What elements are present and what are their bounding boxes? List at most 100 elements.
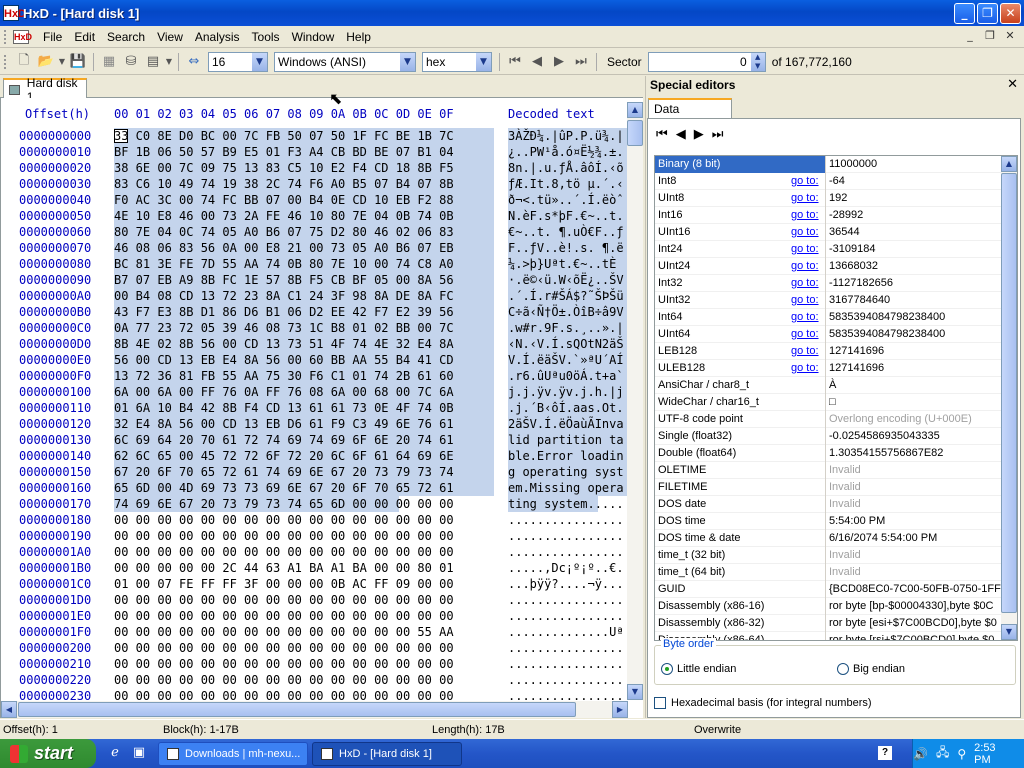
row-bytes[interactable]: 01 6A 10 B4 42 8B F4 CD 13 61 61 73 0E 4… bbox=[114, 400, 494, 416]
bytes-per-row-select[interactable]: 16 ▼ bbox=[208, 51, 268, 72]
scroll-thumb[interactable] bbox=[627, 120, 643, 146]
save-all-icon[interactable]: ▦ bbox=[99, 52, 119, 72]
row-bytes[interactable]: 32 E4 8A 56 00 CD 13 EB D6 61 F9 C3 49 6… bbox=[114, 416, 494, 432]
inspector-row[interactable]: UInt32 go to: 3167784640 bbox=[655, 292, 1003, 309]
inspector-row[interactable]: Binary (8 bit) 11000000 bbox=[655, 156, 1003, 173]
row-decoded-text[interactable]: ting system..... bbox=[508, 496, 628, 512]
menu-file[interactable]: File bbox=[37, 30, 68, 44]
inspector-row[interactable]: WideChar / char16_t □ bbox=[655, 394, 1003, 411]
inspector-row[interactable]: Int24 go to: -3109184 bbox=[655, 241, 1003, 258]
task-hxd[interactable]: HxD - [Hard disk 1] bbox=[312, 741, 462, 766]
inspector-row[interactable]: time_t (64 bit) Invalid bbox=[655, 564, 1003, 581]
row-decoded-text[interactable]: €~..t. ¶.uÒ€F..ƒ bbox=[508, 224, 628, 240]
inspector-row[interactable]: UInt8 go to: 192 bbox=[655, 190, 1003, 207]
row-bytes[interactable]: 00 00 00 00 00 00 00 00 00 00 00 00 00 0… bbox=[114, 640, 494, 656]
scroll-right-icon[interactable]: ▶ bbox=[612, 701, 628, 718]
last-byte-icon[interactable]: ⏭ bbox=[712, 127, 724, 142]
task-downloads[interactable]: Downloads | mh-nexu... bbox=[158, 741, 308, 766]
scroll-up-icon[interactable]: ▲ bbox=[1001, 156, 1017, 172]
row-bytes[interactable]: 13 72 36 81 FB 55 AA 75 30 F6 C1 01 74 2… bbox=[114, 368, 494, 384]
row-bytes[interactable]: F0 AC 3C 00 74 FC BB 07 00 B4 0E CD 10 E… bbox=[114, 192, 494, 208]
goto-link[interactable]: go to: bbox=[791, 343, 823, 360]
inspector-row[interactable]: Int16 go to: -28992 bbox=[655, 207, 1003, 224]
row-decoded-text[interactable]: F..ƒV..è!.s. ¶.ë bbox=[508, 240, 628, 256]
network-icon[interactable]: 🖧 bbox=[936, 743, 949, 764]
row-decoded-text[interactable]: 8n.|.u.ƒÅ.âôÍ.‹õ bbox=[508, 160, 628, 176]
help-icon[interactable]: ? bbox=[878, 746, 892, 760]
last-sector-icon[interactable]: ⏭ bbox=[571, 52, 591, 72]
row-bytes[interactable]: 00 00 00 00 00 00 00 00 00 00 00 00 00 0… bbox=[114, 528, 494, 544]
little-endian-radio[interactable]: Little endian bbox=[661, 663, 736, 675]
inspector-value[interactable]: □ bbox=[829, 394, 1001, 411]
volume-icon[interactable]: 🔊 bbox=[913, 747, 928, 761]
menu-view[interactable]: View bbox=[151, 30, 189, 44]
goto-link[interactable]: go to: bbox=[791, 292, 823, 309]
row-decoded-text[interactable]: .....,Dc¡º¡º..€. bbox=[508, 560, 628, 576]
row-decoded-text[interactable]: .´.Í.r#ŠÁ$?˜ŠÞŠü bbox=[508, 288, 628, 304]
hex-vertical-scrollbar[interactable]: ▲ ▼ bbox=[627, 102, 643, 700]
row-bytes[interactable]: 00 00 00 00 00 00 00 00 00 00 00 00 00 0… bbox=[114, 608, 494, 624]
next-byte-icon[interactable]: ▶ bbox=[694, 127, 704, 142]
row-bytes[interactable]: 33 C0 8E D0 BC 00 7C FB 50 07 50 1F FC B… bbox=[114, 128, 494, 144]
close-button[interactable]: ✕ bbox=[1000, 3, 1021, 24]
open-folder-icon[interactable]: 📂 bbox=[36, 52, 56, 72]
row-decoded-text[interactable]: ................ bbox=[508, 672, 628, 688]
inspector-row[interactable]: FILETIME Invalid bbox=[655, 479, 1003, 496]
hxd-app-icon[interactable]: HxD bbox=[3, 5, 26, 21]
row-decoded-text[interactable]: 2äŠV.Í.ëÖaùÃInva bbox=[508, 416, 628, 432]
menu-help[interactable]: Help bbox=[340, 30, 377, 44]
row-decoded-text[interactable]: N.èF.s*þF.€~..t. bbox=[508, 208, 628, 224]
inspector-row[interactable]: Double (float64) 1.30354155756867E82 bbox=[655, 445, 1003, 462]
goto-link[interactable]: go to: bbox=[791, 207, 823, 224]
row-bytes[interactable]: 00 00 00 00 00 00 00 00 00 00 00 00 00 0… bbox=[114, 624, 494, 640]
ie-icon[interactable]: ℯ bbox=[106, 745, 124, 763]
row-decoded-text[interactable]: ¿..PW¹å.ó¤Ë½¾.±. bbox=[508, 144, 628, 160]
sector-spin-icon[interactable]: ▲ ▼ bbox=[750, 52, 765, 71]
inspector-row[interactable]: DOS time & date 6/16/2074 5:54:00 PM bbox=[655, 530, 1003, 547]
radio-unchecked-icon[interactable] bbox=[837, 663, 849, 675]
next-sector-icon[interactable]: ▶ bbox=[549, 52, 569, 72]
prev-sector-icon[interactable]: ◀ bbox=[527, 52, 547, 72]
prev-byte-icon[interactable]: ◀ bbox=[676, 127, 686, 142]
row-bytes[interactable]: 00 00 00 00 00 2C 44 63 A1 BA A1 BA 00 0… bbox=[114, 560, 494, 576]
inspector-value[interactable]: 5:54:00 PM bbox=[829, 513, 1001, 530]
inspector-value[interactable]: À bbox=[829, 377, 1001, 394]
row-decoded-text[interactable]: ‹N.‹V.Í.sQOtN2äŠ bbox=[508, 336, 628, 352]
row-bytes[interactable]: 83 C6 10 49 74 19 38 2C 74 F6 A0 B5 07 B… bbox=[114, 176, 494, 192]
ram-dropdown-icon[interactable]: ▼ bbox=[165, 52, 173, 72]
first-byte-icon[interactable]: ⏮ bbox=[656, 127, 668, 142]
inspector-value[interactable]: 192 bbox=[829, 190, 1001, 207]
goto-link[interactable]: go to: bbox=[791, 190, 823, 207]
row-bytes[interactable]: 43 F7 E3 8B D1 86 D6 B1 06 D2 EE 42 F7 E… bbox=[114, 304, 494, 320]
inspector-value[interactable]: Invalid bbox=[829, 564, 1001, 581]
row-bytes[interactable]: 80 7E 04 0C 74 05 A0 B6 07 75 D2 80 46 0… bbox=[114, 224, 494, 240]
inspector-value[interactable]: -1127182656 bbox=[829, 275, 1001, 292]
close-icon[interactable]: ✕ bbox=[1007, 77, 1018, 92]
menu-edit[interactable]: Edit bbox=[68, 30, 101, 44]
row-bytes[interactable]: 00 B4 08 CD 13 72 23 8A C1 24 3F 98 8A D… bbox=[114, 288, 494, 304]
open-ram-icon[interactable]: ▤ bbox=[143, 52, 163, 72]
sector-input[interactable]: 0 ▲ ▼ bbox=[647, 51, 766, 72]
row-decoded-text[interactable]: 3ÀŽÐ¼.|ûP.P.ü¾.| bbox=[508, 128, 628, 144]
row-bytes[interactable]: 65 6D 00 4D 69 73 73 69 6E 67 20 6F 70 6… bbox=[114, 480, 494, 496]
row-decoded-text[interactable]: em.Missing opera bbox=[508, 480, 628, 496]
scroll-up-icon[interactable]: ▲ bbox=[627, 102, 643, 118]
inspector-row[interactable]: ULEB128 go to: 127141696 bbox=[655, 360, 1003, 377]
chevron-down-icon[interactable]: ▼ bbox=[400, 52, 415, 71]
inspector-row[interactable]: Int8 go to: -64 bbox=[655, 173, 1003, 190]
inspector-row[interactable]: DOS time 5:54:00 PM bbox=[655, 513, 1003, 530]
row-decoded-text[interactable]: ................ bbox=[508, 512, 628, 528]
inspector-row[interactable]: GUID {BCD08EC0-7C00-50FB-0750-1FFC bbox=[655, 581, 1003, 598]
inspector-value[interactable]: -3109184 bbox=[829, 241, 1001, 258]
inspector-row[interactable]: LEB128 go to: 127141696 bbox=[655, 343, 1003, 360]
row-decoded-text[interactable]: ble.Error loadin bbox=[508, 448, 628, 464]
minimize-button[interactable]: _ bbox=[954, 3, 975, 24]
scroll-down-icon[interactable]: ▼ bbox=[627, 684, 643, 700]
hex-editor[interactable]: Offset(h) 00 01 02 03 04 05 06 07 08 09 … bbox=[0, 98, 643, 718]
goto-link[interactable]: go to: bbox=[791, 241, 823, 258]
inspector-value[interactable]: 127141696 bbox=[829, 360, 1001, 377]
row-decoded-text[interactable]: ƒÆ.It.8,tö µ.´.‹ bbox=[508, 176, 628, 192]
row-bytes[interactable]: 8B 4E 02 8B 56 00 CD 13 73 51 4F 74 4E 3… bbox=[114, 336, 494, 352]
inspector-row[interactable]: time_t (32 bit) Invalid bbox=[655, 547, 1003, 564]
row-bytes[interactable]: 67 20 6F 70 65 72 61 74 69 6E 67 20 73 7… bbox=[114, 464, 494, 480]
